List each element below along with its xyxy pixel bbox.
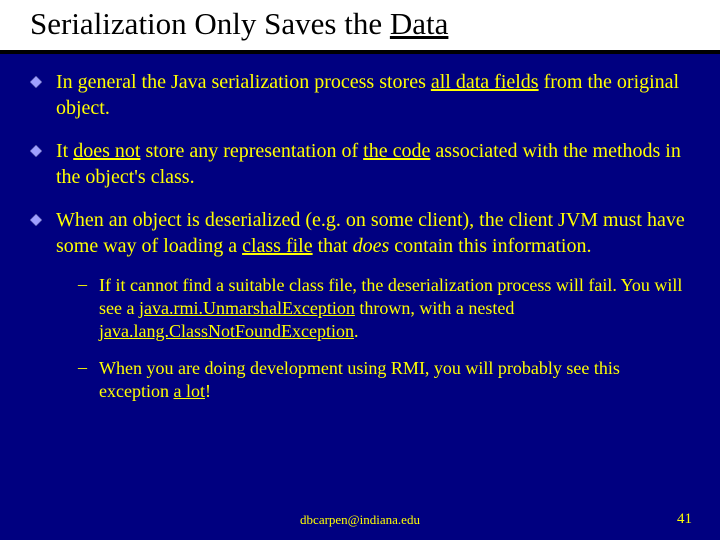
bullet-item: When an object is deserialized (e.g. on … <box>28 208 692 259</box>
page-number: 41 <box>677 511 692 528</box>
bullet-text: When an object is deserialized (e.g. on … <box>56 208 692 259</box>
bullet-text: In general the Java serialization proces… <box>56 70 692 121</box>
diamond-bullet-icon <box>30 76 42 88</box>
slide-title: Serialization Only Saves the Data <box>28 0 692 50</box>
title-text-prefix: Serialization Only Saves the <box>30 6 390 41</box>
bullet-item: It does not store any representation of … <box>28 139 692 190</box>
title-bar: Serialization Only Saves the Data <box>0 0 720 54</box>
diamond-bullet-icon <box>30 145 42 157</box>
dash-bullet-icon: – <box>78 274 87 295</box>
slide: Serialization Only Saves the Data In gen… <box>0 0 720 540</box>
footer-text: dbcarpen@indiana.edu <box>0 512 720 528</box>
sub-bullet-item: – When you are doing development using R… <box>78 357 692 403</box>
title-text-underlined: Data <box>390 6 449 41</box>
bullet-item: In general the Java serialization proces… <box>28 70 692 121</box>
sub-bullet-list: – If it cannot find a suitable class fil… <box>78 274 692 403</box>
sub-bullet-text: When you are doing development using RMI… <box>99 357 692 403</box>
slide-content: In general the Java serialization proces… <box>28 54 692 403</box>
diamond-bullet-icon <box>30 214 42 226</box>
bullet-text: It does not store any representation of … <box>56 139 692 190</box>
sub-bullet-text: If it cannot find a suitable class file,… <box>99 274 692 343</box>
dash-bullet-icon: – <box>78 357 87 378</box>
sub-bullet-item: – If it cannot find a suitable class fil… <box>78 274 692 343</box>
